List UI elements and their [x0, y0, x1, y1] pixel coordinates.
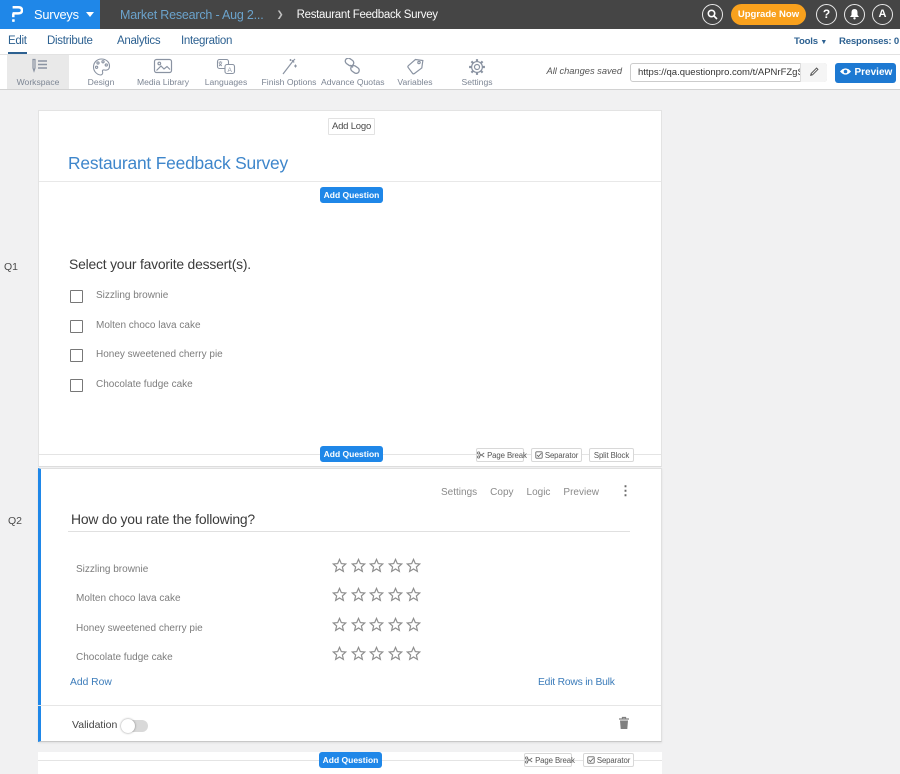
svg-text:A: A	[228, 67, 233, 74]
